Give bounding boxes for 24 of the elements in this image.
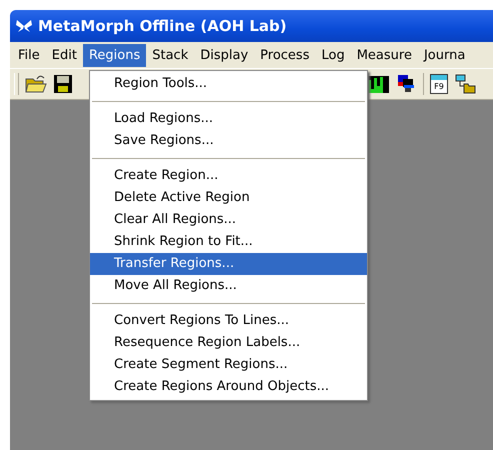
menu-item[interactable]: Create Regions Around Objects... bbox=[90, 376, 367, 398]
menu-bar-item[interactable]: File bbox=[12, 44, 46, 66]
menu-item[interactable]: Shrink Region to Fit... bbox=[90, 231, 367, 253]
menu-item[interactable]: Resequence Region Labels... bbox=[90, 332, 367, 354]
menu-item[interactable]: Move All Regions... bbox=[90, 275, 367, 297]
menu-bar-item[interactable]: Journa bbox=[418, 44, 472, 66]
menu-bar-item[interactable]: Log bbox=[315, 44, 351, 66]
menu-item[interactable]: Clear All Regions... bbox=[90, 209, 367, 231]
menu-item[interactable]: Load Regions... bbox=[90, 108, 367, 130]
menu-bar-item[interactable]: Regions bbox=[82, 44, 146, 66]
f9-key-icon[interactable]: F9 bbox=[430, 74, 448, 94]
window-title: MetaMorph Offline (AOH Lab) bbox=[38, 17, 287, 35]
menu-item[interactable]: Region Tools... bbox=[90, 73, 367, 95]
menu-bar-item[interactable]: Process bbox=[254, 44, 316, 66]
menu-bar-item[interactable]: Display bbox=[194, 44, 254, 66]
menu-item[interactable]: Convert Regions To Lines... bbox=[90, 310, 367, 332]
menu-bar-item[interactable]: Stack bbox=[146, 44, 194, 66]
menu-item[interactable]: Create Region... bbox=[90, 165, 367, 187]
menu-item[interactable]: Create Segment Regions... bbox=[90, 354, 367, 376]
menu-bar-item[interactable]: Measure bbox=[350, 44, 418, 66]
menu-item[interactable]: Transfer Regions... bbox=[90, 253, 367, 275]
menu-bar-item[interactable]: Edit bbox=[46, 44, 83, 66]
menu-item[interactable]: Save Regions... bbox=[90, 130, 367, 152]
menu-item[interactable]: Delete Active Region bbox=[90, 187, 367, 209]
